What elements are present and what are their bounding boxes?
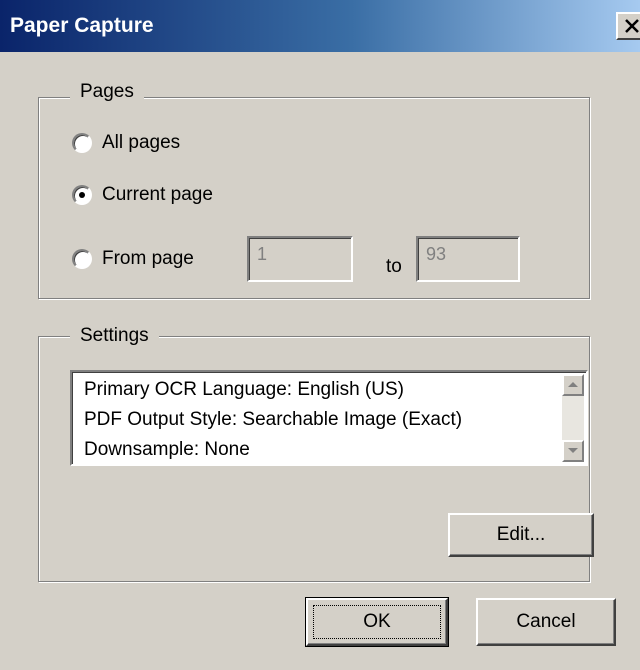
- edit-button[interactable]: Edit...: [448, 513, 594, 557]
- close-button[interactable]: [616, 12, 640, 40]
- radio-current-page-button[interactable]: [72, 185, 92, 205]
- radio-all-pages-label: All pages: [102, 132, 181, 153]
- radio-from-page-button[interactable]: [72, 249, 92, 269]
- radio-current-page-label: Current page: [102, 184, 213, 205]
- ok-focus-ring: [313, 605, 441, 639]
- radio-current-page[interactable]: Current page: [72, 184, 213, 206]
- settings-list-item: Primary OCR Language: English (US): [84, 379, 404, 400]
- window-title: Paper Capture: [10, 14, 154, 37]
- settings-list-item: PDF Output Style: Searchable Image (Exac…: [84, 409, 463, 430]
- close-icon: [625, 19, 639, 33]
- pages-legend: Pages: [70, 81, 144, 103]
- to-page-input[interactable]: 93: [416, 236, 520, 282]
- radio-all-pages-button[interactable]: [72, 133, 92, 153]
- from-page-input[interactable]: 1: [247, 236, 353, 282]
- scroll-up-icon: [568, 382, 578, 387]
- settings-scrollbar[interactable]: [562, 374, 584, 462]
- scroll-down-icon: [568, 448, 578, 453]
- scroll-down-button[interactable]: [562, 440, 584, 462]
- settings-list-item: Downsample: None: [84, 439, 250, 460]
- radio-all-pages[interactable]: All pages: [72, 132, 180, 154]
- cancel-button[interactable]: Cancel: [476, 598, 616, 646]
- settings-legend: Settings: [70, 325, 159, 347]
- radio-from-page[interactable]: From page: [72, 248, 194, 270]
- title-bar[interactable]: Paper Capture: [0, 0, 640, 52]
- to-label: to: [386, 256, 402, 277]
- ok-button[interactable]: OK: [305, 597, 449, 647]
- radio-from-page-label: From page: [102, 248, 194, 269]
- settings-list[interactable]: Primary OCR Language: English (US) PDF O…: [70, 370, 588, 466]
- scroll-up-button[interactable]: [562, 374, 584, 396]
